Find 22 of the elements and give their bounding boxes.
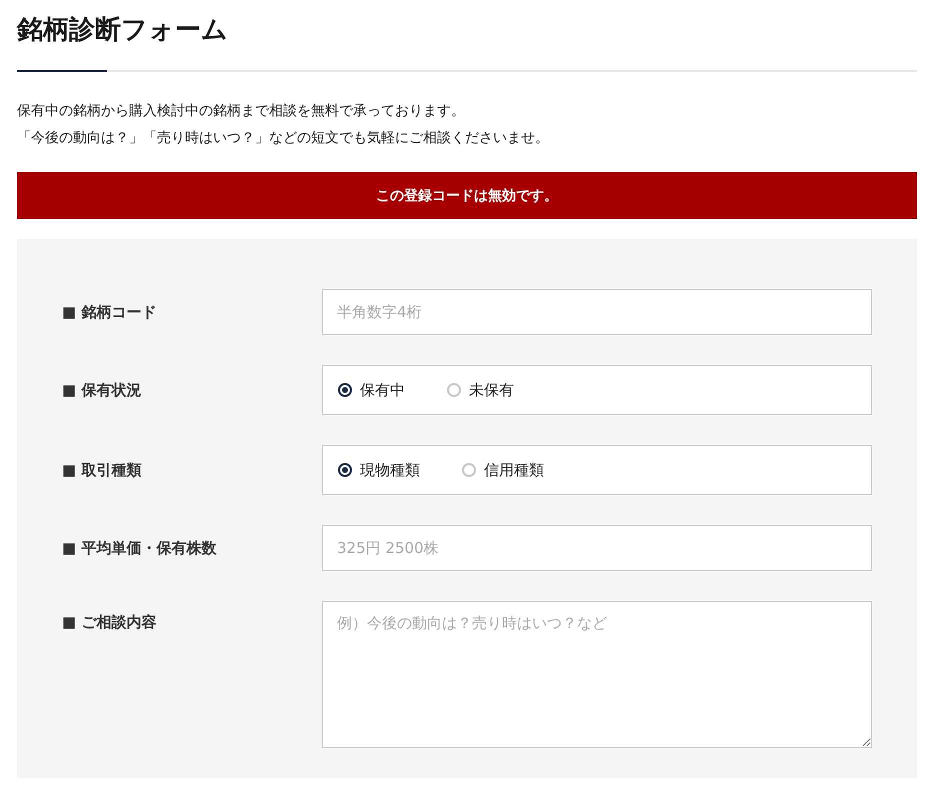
radio-option[interactable]: 未保有 xyxy=(447,380,514,400)
intro-text: 保有中の銘柄から購入検討中の銘柄まで相談を無料で承っております。 xyxy=(17,102,466,121)
input-field[interactable]: 半角数字4桁 xyxy=(322,289,872,335)
radio-option[interactable]: 保有中 xyxy=(338,380,405,400)
option-label: 信用種類 xyxy=(484,460,544,480)
option-label: 未保有 xyxy=(469,380,514,400)
field-label: ■ 銘柄コード xyxy=(62,302,158,322)
option-label: 現物種類 xyxy=(360,460,420,480)
input-field[interactable]: 325円 2500株 xyxy=(322,525,872,571)
radio-option[interactable]: 信用種類 xyxy=(462,460,544,480)
intro-text: 「今後の動向は？」「売り時はいつ？」などの短文でも気軽にご相談くださいませ。 xyxy=(17,129,550,148)
radio-option[interactable]: 現物種類 xyxy=(338,460,420,480)
radio-icon[interactable] xyxy=(338,383,352,397)
error-banner: この登録コードは無効です。 xyxy=(17,172,917,219)
field-label: ■ ご相談内容 xyxy=(62,613,158,632)
page-title: 銘柄診断フォーム xyxy=(17,14,229,47)
field-label: ■ 平均単価・保有株数 xyxy=(62,538,218,558)
field-label: ■ 保有状況 xyxy=(62,380,142,400)
option-label: 保有中 xyxy=(360,380,405,400)
textarea-field[interactable]: 例）今後の動向は？売り時はいつ？など xyxy=(322,601,872,748)
field-label: ■ 取引種類 xyxy=(62,460,142,480)
radio-icon[interactable] xyxy=(338,463,352,477)
